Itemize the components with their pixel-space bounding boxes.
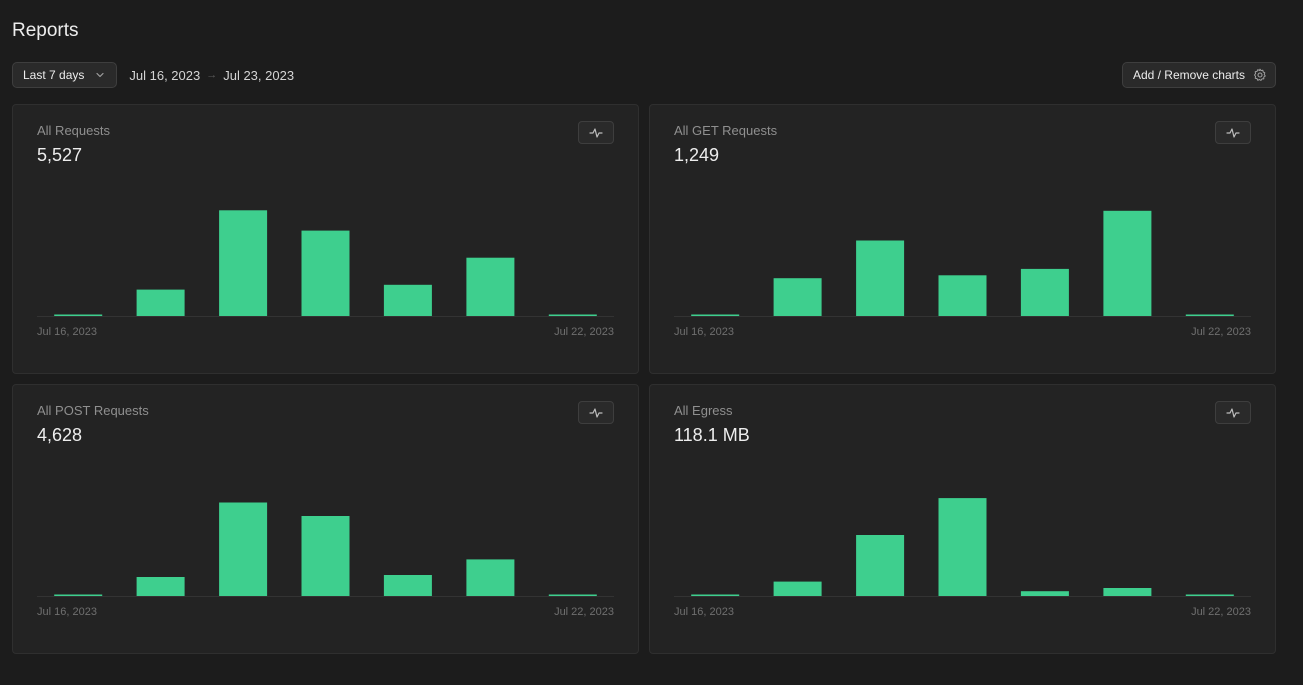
chart-bar[interactable] xyxy=(938,275,987,316)
bar-chart xyxy=(37,502,614,597)
chart-bar[interactable] xyxy=(301,230,350,316)
date-end: Jul 23, 2023 xyxy=(223,67,295,83)
chart-bar[interactable] xyxy=(691,314,740,317)
chart-type-button[interactable] xyxy=(1215,121,1251,144)
chart-bar[interactable] xyxy=(301,516,350,596)
activity-icon xyxy=(1226,407,1240,418)
page-title: Reports xyxy=(12,20,79,41)
chart-bar[interactable] xyxy=(1103,210,1152,316)
x-axis-end-label: Jul 22, 2023 xyxy=(554,606,614,618)
card-label: All GET Requests xyxy=(674,123,778,138)
bar-chart xyxy=(37,210,614,317)
chart-type-button[interactable] xyxy=(578,401,614,424)
x-axis-start-label: Jul 16, 2023 xyxy=(37,326,97,338)
toolbar: Last 7 days Jul 16, 2023 → Jul 23, 2023 … xyxy=(12,62,1276,88)
chart-bar[interactable] xyxy=(938,498,987,596)
chart-bar[interactable] xyxy=(856,240,905,317)
x-axis-end-label: Jul 22, 2023 xyxy=(1191,606,1251,618)
chart-bar[interactable] xyxy=(1103,588,1152,596)
chart-bar[interactable] xyxy=(136,577,185,596)
add-remove-charts-label: Add / Remove charts xyxy=(1132,68,1245,82)
chart-bar[interactable] xyxy=(1185,594,1234,597)
report-card-all-get-requests: All GET Requests 1,249 Jul 16, 2023 Jul … xyxy=(649,104,1276,374)
report-card-all-requests: All Requests 5,527 Jul 16, 2023 Jul 22, … xyxy=(12,104,639,374)
reports-page: Reports Last 7 days Jul 16, 2023 → Jul 2… xyxy=(0,0,1303,685)
chevron-down-icon xyxy=(94,69,106,81)
date-range-select-label: Last 7 days xyxy=(23,68,85,82)
activity-icon xyxy=(589,127,603,138)
chart-bar[interactable] xyxy=(219,502,268,597)
chart-bar[interactable] xyxy=(383,575,432,596)
card-label: All Requests xyxy=(37,123,110,138)
bar-chart xyxy=(674,498,1251,597)
chart-bar[interactable] xyxy=(548,594,597,597)
chart-bar[interactable] xyxy=(54,594,103,597)
bar-chart xyxy=(674,210,1251,317)
chart-bar[interactable] xyxy=(773,278,822,316)
chart-bar[interactable] xyxy=(219,210,268,316)
card-label: All POST Requests xyxy=(37,403,149,418)
gear-icon xyxy=(1253,68,1267,82)
card-label: All Egress xyxy=(674,403,733,418)
x-axis-start-label: Jul 16, 2023 xyxy=(674,606,734,618)
chart-bar[interactable] xyxy=(1020,591,1069,596)
card-value: 1,249 xyxy=(674,145,720,165)
arrow-right-icon: → xyxy=(206,69,218,81)
chart-type-button[interactable] xyxy=(578,121,614,144)
x-axis-start-label: Jul 16, 2023 xyxy=(674,326,734,338)
date-range-select[interactable]: Last 7 days xyxy=(12,62,118,88)
date-range-display: Jul 16, 2023 → Jul 23, 2023 xyxy=(129,68,294,83)
chart-bar[interactable] xyxy=(466,257,515,316)
chart-bar[interactable] xyxy=(691,594,740,597)
activity-icon xyxy=(1226,127,1240,138)
activity-icon xyxy=(589,407,603,418)
chart-bar[interactable] xyxy=(773,581,822,596)
chart-bar[interactable] xyxy=(136,289,185,316)
x-axis-end-label: Jul 22, 2023 xyxy=(1191,326,1251,338)
chart-bar[interactable] xyxy=(856,535,905,596)
x-axis-start-label: Jul 16, 2023 xyxy=(37,606,97,618)
chart-type-button[interactable] xyxy=(1215,401,1251,424)
chart-bar[interactable] xyxy=(54,314,103,317)
chart-bar[interactable] xyxy=(383,284,432,316)
chart-bar[interactable] xyxy=(548,314,597,317)
date-start: Jul 16, 2023 xyxy=(129,67,201,83)
chart-bar[interactable] xyxy=(1185,314,1234,317)
add-remove-charts-button[interactable]: Add / Remove charts xyxy=(1121,62,1276,88)
card-value: 4,628 xyxy=(37,425,83,445)
card-value: 5,527 xyxy=(37,145,83,165)
x-axis-end-label: Jul 22, 2023 xyxy=(554,326,614,338)
chart-bar[interactable] xyxy=(1020,268,1069,316)
report-card-all-egress: All Egress 118.1 MB Jul 16, 2023 Jul 22,… xyxy=(649,384,1276,654)
card-value: 118.1 MB xyxy=(674,425,750,445)
chart-bar[interactable] xyxy=(466,559,515,596)
report-card-all-post-requests: All POST Requests 4,628 Jul 16, 2023 Jul… xyxy=(12,384,639,654)
